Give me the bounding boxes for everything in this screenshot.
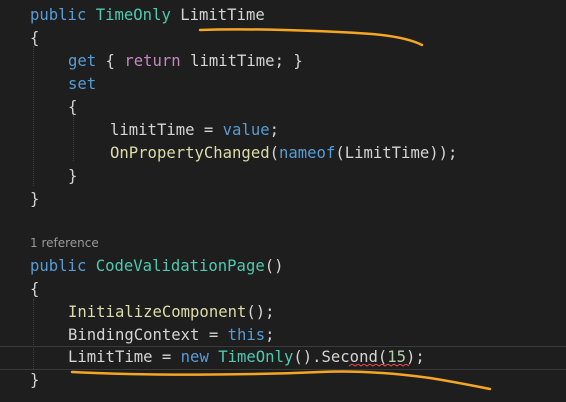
semicolon: ;	[269, 121, 280, 139]
keyword-return: return	[124, 52, 181, 70]
code-line-7[interactable]: OnPropertyChanged(nameof(LimitTime));	[110, 142, 457, 165]
code-line-13[interactable]: BindingContext = this;	[68, 324, 275, 347]
brace: }	[68, 167, 78, 185]
paren: ()	[264, 257, 284, 275]
code-text: ();	[246, 303, 275, 321]
annotation-underline	[198, 28, 424, 47]
keyword-new: new	[180, 348, 209, 366]
code-line-6[interactable]: limitTime = value;	[110, 119, 279, 142]
paren: (	[269, 144, 279, 162]
operator: =	[194, 121, 223, 139]
keyword-get: get	[68, 52, 97, 70]
operator: =	[152, 348, 181, 366]
indent-guide	[73, 115, 74, 161]
code-line-1[interactable]: public TimeOnly LimitTime	[30, 4, 265, 27]
code-editor[interactable]: public TimeOnly LimitTime { get { return…	[0, 0, 566, 402]
code-line-9[interactable]: }	[30, 188, 39, 211]
keyword-public: public	[30, 257, 87, 275]
constructor-name: CodeValidationPage	[95, 257, 265, 275]
brace: }	[30, 190, 40, 208]
annotation-underline	[70, 370, 492, 391]
code-text: (LimitTime));	[335, 144, 458, 162]
brace: }	[30, 371, 40, 389]
property-name: LimitTime	[180, 6, 265, 24]
operator: =	[199, 326, 228, 344]
field-name: limitTime	[110, 121, 195, 139]
code-line-12[interactable]: InitializeComponent();	[68, 301, 275, 324]
property-name: LimitTime	[68, 348, 153, 366]
method-call: OnPropertyChanged	[110, 144, 270, 162]
semicolon: ;	[265, 326, 275, 344]
code-line-2[interactable]: {	[30, 27, 39, 50]
brace: {	[68, 98, 78, 116]
code-text: ().	[293, 348, 322, 366]
method-call: InitializeComponent	[68, 303, 247, 321]
property-name: BindingContext	[68, 326, 200, 344]
type-name: TimeOnly	[95, 6, 171, 24]
keyword-nameof: nameof	[279, 144, 336, 162]
indent-guide	[33, 46, 34, 186]
code-text: limitTime; }	[180, 52, 303, 70]
keyword-set: set	[68, 75, 97, 93]
keyword-public: public	[30, 6, 87, 24]
code-line-10[interactable]: public CodeValidationPage()	[30, 255, 284, 278]
keyword-this: this	[227, 326, 266, 344]
keyword-value: value	[222, 121, 270, 139]
code-line-3[interactable]: get { return limitTime; }	[68, 50, 303, 73]
error-squiggle	[349, 364, 409, 367]
codelens-references[interactable]: 1 reference	[30, 234, 99, 252]
code-line-8[interactable]: }	[68, 165, 77, 188]
code-line-4[interactable]: set	[68, 73, 96, 96]
code-line-5[interactable]: {	[68, 96, 77, 119]
brace: {	[30, 280, 40, 298]
brace: {	[30, 29, 40, 47]
code-text: {	[96, 52, 125, 70]
type-name: TimeOnly	[218, 348, 294, 366]
code-line-15[interactable]: }	[30, 369, 39, 392]
code-line-11[interactable]: {	[30, 278, 39, 301]
